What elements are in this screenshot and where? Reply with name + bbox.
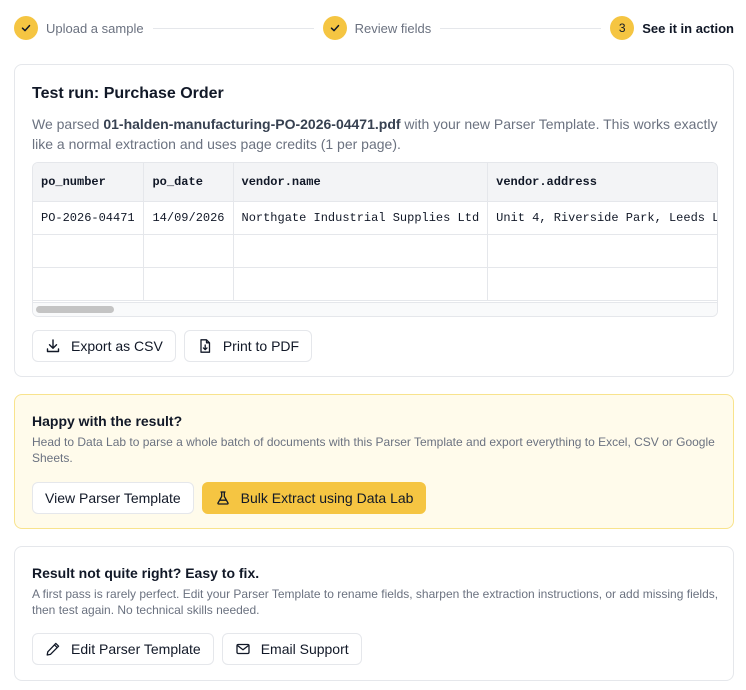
export-csv-button[interactable]: Export as CSV (32, 330, 176, 362)
table-cell (33, 267, 145, 301)
happy-result-card: Happy with the result? Head to Data Lab … (14, 394, 734, 529)
column-header: po_date (143, 163, 234, 202)
step-review-fields: Review fields (322, 16, 432, 40)
table-row (33, 234, 717, 268)
column-header: vendor.name (233, 163, 489, 202)
step-number-badge: 3 (610, 16, 635, 40)
fix-description: A first pass is rarely perfect. Edit you… (32, 587, 719, 617)
check-icon (14, 16, 38, 40)
table-row (33, 267, 717, 301)
table-cell (143, 234, 234, 268)
table-row: PO-2026-04471 14/09/2026 Northgate Indus… (33, 201, 717, 235)
bulk-extract-button[interactable]: Bulk Extract using Data Lab (201, 482, 427, 514)
test-run-title: Test run: Purchase Order (32, 85, 224, 102)
table-cell (233, 267, 489, 301)
table-cell: Unit 4, Riverside Park, Leeds L (487, 201, 717, 235)
download-icon (46, 339, 60, 353)
column-header: po_number (33, 163, 145, 202)
file-download-icon (200, 339, 210, 353)
horizontal-scrollbar[interactable] (33, 302, 717, 316)
button-label: Export as CSV (71, 338, 163, 354)
pencil-icon (46, 642, 60, 656)
table-cell: Northgate Industrial Supplies Ltd (233, 201, 489, 235)
button-label: Print to PDF (222, 338, 300, 354)
view-parser-template-button[interactable]: View Parser Template (32, 482, 194, 514)
fix-result-card: Result not quite right? Easy to fix. A f… (14, 546, 734, 681)
progress-stepper: Upload a sample Review fields 3 See it i… (14, 14, 734, 42)
mail-icon (236, 643, 250, 655)
edit-parser-template-button[interactable]: Edit Parser Template (32, 633, 214, 665)
button-label: Email Support (260, 641, 349, 657)
step-number: 3 (618, 21, 626, 35)
scrollbar-thumb[interactable] (36, 306, 114, 313)
step-see-it-in-action: 3 See it in action (610, 16, 734, 40)
table-cell (487, 267, 717, 301)
test-run-description: We parsed 01-halden-manufacturing-PO-202… (32, 114, 720, 154)
column-header: vendor.address (487, 163, 717, 202)
button-label: View Parser Template (45, 490, 181, 506)
flask-icon (216, 491, 229, 505)
test-run-card: Test run: Purchase Order We parsed 01-ha… (14, 64, 734, 377)
desc-prefix: We parsed (32, 116, 104, 132)
happy-description: Head to Data Lab to parse a whole batch … (32, 435, 715, 465)
table-cell (143, 267, 234, 301)
step-connector (440, 27, 602, 29)
step-label: Upload a sample (46, 20, 144, 36)
table-cell (233, 234, 489, 268)
step-label: Review fields (354, 20, 432, 36)
results-table[interactable]: po_number po_date vendor.name vendor.add… (32, 162, 718, 317)
step-upload-sample: Upload a sample (14, 16, 144, 40)
table-header-row: po_number po_date vendor.name vendor.add… (33, 163, 717, 202)
fix-actions: Edit Parser Template Email Support (32, 633, 362, 665)
happy-title: Happy with the result? (32, 413, 183, 429)
step-connector (152, 27, 314, 29)
button-label: Edit Parser Template (71, 641, 201, 657)
check-icon (322, 16, 347, 40)
fix-title: Result not quite right? Easy to fix. (32, 565, 260, 581)
print-to-pdf-button[interactable]: Print to PDF (183, 330, 313, 362)
step-label: See it in action (642, 20, 734, 36)
email-support-button[interactable]: Email Support (221, 633, 362, 665)
export-actions: Export as CSV Print to PDF (32, 330, 313, 362)
table-cell (33, 234, 145, 268)
parsed-filename: 01-halden-manufacturing-PO-2026-04471.pd… (103, 116, 401, 132)
happy-actions: View Parser Template Bulk Extract using … (32, 482, 427, 514)
table-cell: 14/09/2026 (143, 201, 234, 235)
table-cell (487, 234, 717, 268)
button-label: Bulk Extract using Data Lab (240, 490, 414, 506)
table-cell: PO-2026-04471 (33, 201, 145, 235)
